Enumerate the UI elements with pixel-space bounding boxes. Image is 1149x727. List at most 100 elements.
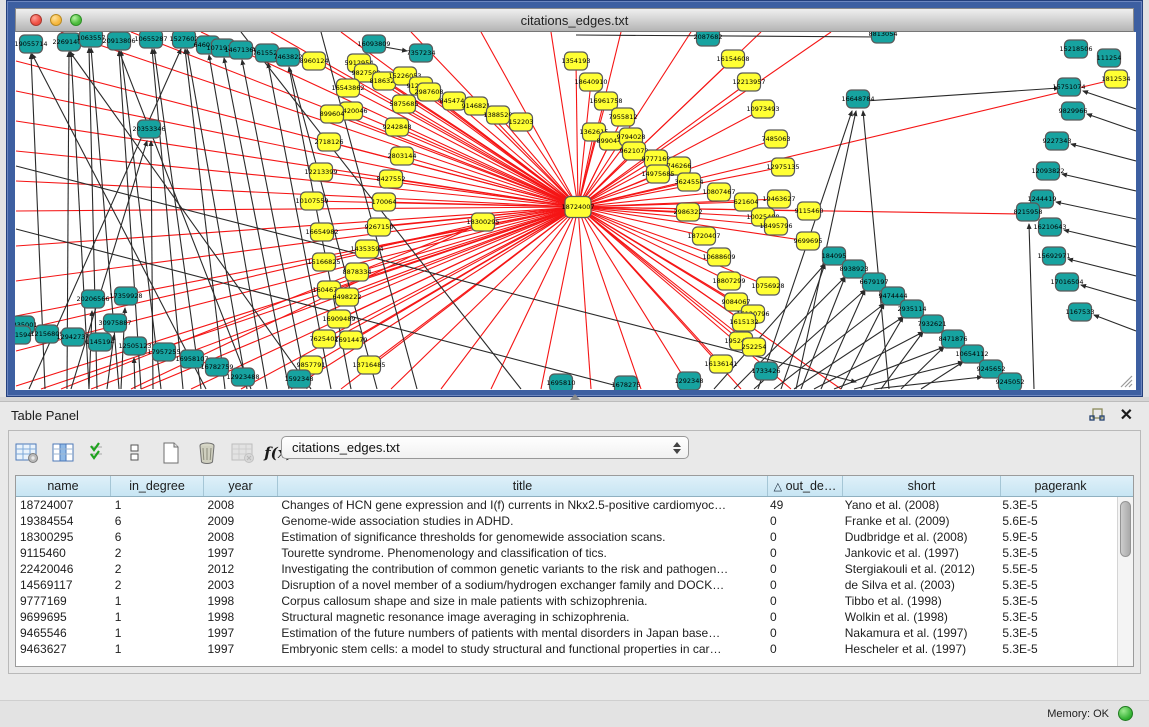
network-canvas[interactable]: 1872400718300295896012459129549827508818…	[15, 32, 1136, 390]
graph-node[interactable]: 10107559	[295, 192, 328, 210]
graph-node[interactable]: 16154608	[716, 50, 749, 68]
graph-node[interactable]: 7955812	[609, 108, 638, 126]
graph-node[interactable]: 7357234	[407, 44, 436, 62]
graph-node[interactable]: 20206566	[76, 290, 109, 308]
graph-node[interactable]: 18300295	[466, 213, 499, 231]
graph-node[interactable]: 12213957	[732, 73, 765, 91]
graph-node[interactable]: 17016504	[1050, 273, 1083, 291]
float-panel-icon[interactable]	[1089, 407, 1105, 423]
graph-node[interactable]: 12213399	[304, 163, 337, 181]
table-row[interactable]: 977716911998Corpus callosum shape and si…	[16, 593, 1117, 609]
graph-node[interactable]: 9242848	[383, 118, 412, 136]
graph-node[interactable]: 19055714	[15, 35, 48, 53]
graph-node[interactable]: 9227343	[1043, 132, 1072, 150]
graph-node[interactable]: 9115460	[795, 202, 824, 220]
scrollbar-thumb[interactable]	[1120, 501, 1131, 557]
graph-node[interactable]: 18807299	[712, 272, 745, 290]
network-window-titlebar[interactable]: citations_edges.txt	[15, 8, 1134, 32]
graph-node[interactable]: 2986322	[674, 203, 703, 221]
graph-node[interactable]: 16961758	[589, 92, 622, 110]
graph-node[interactable]: 1592348	[285, 370, 314, 388]
vertical-scrollbar[interactable]	[1117, 497, 1133, 666]
graph-node[interactable]: 18495796	[759, 217, 792, 235]
graph-node[interactable]: 16654982	[305, 223, 338, 241]
table-row[interactable]: 946554611997Estimation of the future num…	[16, 625, 1117, 641]
table-row[interactable]: 1938455462009Genome-wide association stu…	[16, 513, 1117, 529]
column-header-pagerank[interactable]: pagerank	[1001, 476, 1120, 496]
select-rows-check-icon[interactable]	[87, 441, 111, 465]
graph-node[interactable]: 16543862	[331, 79, 364, 97]
graph-node[interactable]: 3624554	[675, 173, 704, 191]
close-panel-icon[interactable]: ✕	[1120, 405, 1133, 425]
graph-node[interactable]: 14353594	[350, 240, 383, 258]
graph-node[interactable]: 391594	[15, 326, 31, 344]
graph-node[interactable]: 10688609	[702, 248, 735, 266]
column-header-year[interactable]: year	[204, 476, 278, 496]
graph-node[interactable]: 8813054	[869, 32, 898, 43]
graph-node[interactable]: 10807467	[702, 183, 735, 201]
graph-node[interactable]: 1354193	[562, 52, 591, 70]
column-header-name[interactable]: name	[16, 476, 111, 496]
graph-node[interactable]: 9245052	[996, 373, 1025, 390]
graph-node[interactable]: 20913806	[102, 32, 135, 50]
table-row[interactable]: 1830029562008Estimation of significance …	[16, 529, 1117, 545]
delete-rows-trash-icon[interactable]	[195, 441, 219, 465]
graph-node[interactable]: 111254	[1097, 49, 1122, 67]
graph-node[interactable]: 18724007	[561, 197, 594, 218]
graph-node[interactable]: 12923488	[226, 368, 259, 386]
graph-node[interactable]: 8960124	[300, 52, 329, 70]
graph-node[interactable]: 16210643	[1033, 218, 1066, 236]
graph-node[interactable]: 7485063	[762, 130, 791, 148]
resize-grip-icon[interactable]	[1121, 376, 1132, 387]
graph-node[interactable]: 8215958	[1014, 203, 1043, 221]
graph-node[interactable]: 10973493	[746, 100, 779, 118]
table-row[interactable]: 2242004622012Investigating the contribut…	[16, 561, 1117, 577]
graph-node[interactable]: 16914479	[334, 331, 367, 349]
graph-node[interactable]: 8878334	[343, 263, 372, 281]
graph-node[interactable]: 1812534	[1102, 70, 1131, 88]
graph-node[interactable]: 12975135	[766, 158, 799, 176]
graph-node[interactable]: 15751074	[1052, 78, 1085, 96]
graph-node[interactable]: 10756928	[751, 277, 784, 295]
table-row[interactable]: 946362711997Embryonic stem cells: a mode…	[16, 641, 1117, 657]
graph-node[interactable]: 9699695	[794, 232, 823, 250]
graph-node[interactable]: 18720407	[687, 227, 720, 245]
select-columns-icon[interactable]	[51, 441, 75, 465]
column-header-in_degree[interactable]: in_degree	[111, 476, 204, 496]
graph-node[interactable]: 7932621	[918, 315, 947, 333]
table-row[interactable]: 969969511998Structural magnetic resonanc…	[16, 609, 1117, 625]
graph-node[interactable]: 30975887	[98, 314, 131, 332]
graph-node[interactable]: 10655287	[134, 32, 167, 48]
graph-node[interactable]: 16909489	[322, 310, 355, 328]
graph-node[interactable]: 2087682	[694, 32, 723, 46]
row-height-icon[interactable]	[123, 441, 147, 465]
table-select-dropdown[interactable]: citations_edges.txt	[281, 436, 689, 459]
graph-node[interactable]: 1145194	[86, 333, 115, 351]
graph-node[interactable]: 14975685	[641, 165, 674, 183]
graph-node[interactable]: 15218506	[1059, 40, 1092, 58]
graph-node[interactable]: 9267150	[365, 218, 394, 236]
graph-node[interactable]: 19463627	[762, 190, 795, 208]
graph-node[interactable]: 15166825	[307, 253, 340, 271]
table-row[interactable]: 911546021997Tourette syndrome. Phenomeno…	[16, 545, 1117, 561]
graph-node[interactable]: 17359928	[109, 287, 142, 305]
graph-node[interactable]: 2718126	[315, 133, 344, 151]
graph-node[interactable]: 15692971	[1037, 247, 1070, 265]
graph-node[interactable]: 6498222	[333, 288, 362, 306]
graph-node[interactable]: 16093809	[357, 35, 390, 53]
graph-node[interactable]: 16648784	[841, 90, 874, 108]
graph-node[interactable]: 252254	[742, 338, 767, 356]
memory-ok-led-icon[interactable]	[1118, 706, 1133, 721]
graph-node[interactable]: 1678275	[612, 376, 641, 390]
graph-node[interactable]: 170064	[372, 193, 397, 211]
table-settings-icon[interactable]	[15, 441, 39, 465]
graph-node[interactable]: 1733426	[752, 362, 781, 380]
graph-node[interactable]: 13716485	[352, 356, 385, 374]
graph-node[interactable]: 1695810	[547, 374, 576, 390]
column-header-title[interactable]: title	[278, 476, 768, 496]
graph-node[interactable]: 1167533	[1066, 303, 1095, 321]
graph-node[interactable]: 2803144	[388, 147, 417, 165]
column-header-out_de[interactable]: △ out_de…	[768, 476, 843, 496]
column-header-short[interactable]: short	[843, 476, 1001, 496]
graph-node[interactable]: 7463822	[274, 48, 303, 66]
